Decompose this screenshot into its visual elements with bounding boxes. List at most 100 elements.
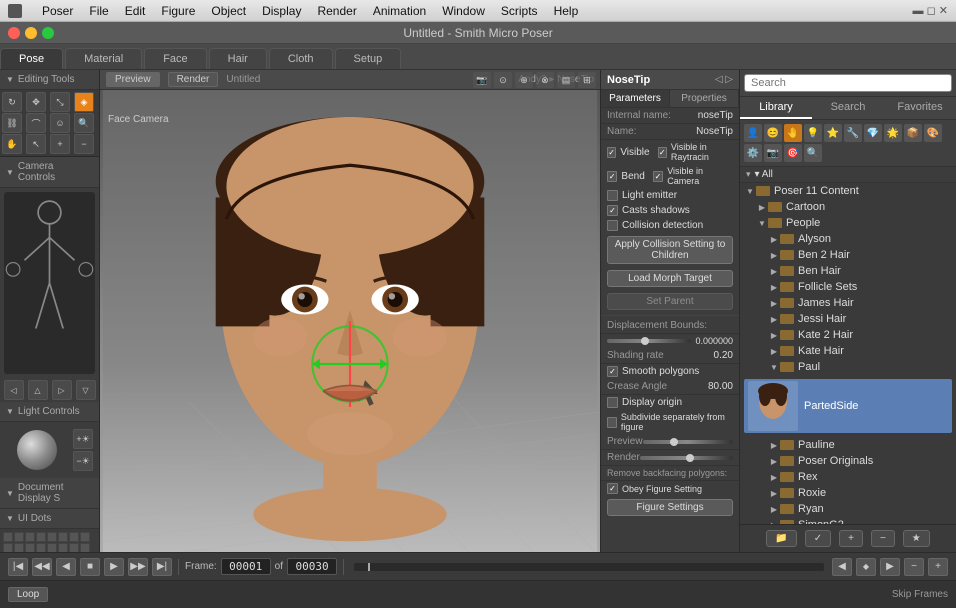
lib-icon-hand[interactable]: 🤚 [784,124,802,142]
vp-icon-4[interactable]: ⊗ [536,72,554,88]
vp-icon-3[interactable]: ⊕ [515,72,533,88]
menu-display[interactable]: Display [262,4,301,18]
dot-4[interactable] [36,532,46,542]
timeline-minus-btn[interactable]: − [904,558,924,576]
library-tab-library[interactable]: Library [740,97,812,119]
dot-9[interactable] [3,543,13,552]
maximize-button[interactable] [42,27,54,39]
tab-hair[interactable]: Hair [209,48,267,69]
tool-pan[interactable]: ✋ [2,134,22,154]
lib-icon-extra3[interactable]: 🎯 [784,144,802,162]
visible-camera-checkbox[interactable] [653,171,663,182]
current-frame-display[interactable]: 00001 [221,558,271,575]
smooth-checkbox[interactable] [607,366,618,377]
menu-edit[interactable]: Edit [125,4,146,18]
loop-button[interactable]: Loop [8,587,48,602]
tool-add[interactable]: + [50,134,70,154]
timeline-scrubber[interactable] [354,563,824,571]
light-remove[interactable]: −☀ [73,451,93,471]
library-search-input[interactable] [744,74,952,92]
prop-tab-properties[interactable]: Properties [670,90,739,107]
editing-tools-title[interactable]: ▼ Editing Tools [0,70,99,90]
library-tree[interactable]: ▼ Poser 11 Content ▶ Cartoon ▼ People [740,183,956,524]
menu-scripts[interactable]: Scripts [501,4,538,18]
dot-1[interactable] [3,532,13,542]
tool-translate[interactable]: ✥ [26,92,46,112]
set-parent-btn[interactable]: Set Parent [607,293,733,310]
tree-item-cartoon[interactable]: ▶ Cartoon [740,199,956,215]
library-tab-search[interactable]: Search [812,97,884,119]
tree-item-poser11[interactable]: ▼ Poser 11 Content [740,183,956,199]
tool-remove[interactable]: − [74,134,94,154]
vp-icon-5[interactable]: ▤ [557,72,575,88]
render-slider[interactable] [640,456,733,460]
camera-ctrl-2[interactable]: △ [28,380,48,400]
play-fwd-one-btn[interactable]: ▶ [104,558,124,576]
menu-figure[interactable]: Figure [161,4,195,18]
dot-10[interactable] [14,543,24,552]
play-back-btn[interactable]: ◀◀ [32,558,52,576]
bend-checkbox[interactable] [607,171,617,182]
visible-raytrace-checkbox[interactable] [658,147,667,158]
tree-item-katehair[interactable]: ▶ Kate Hair [740,343,956,359]
timeline-back-btn[interactable]: ◀ [832,558,852,576]
tree-item-follicle[interactable]: ▶ Follicle Sets [740,279,956,295]
lib-icon-scene[interactable]: 🎨 [924,124,942,142]
play-end-btn[interactable]: ▶| [152,558,172,576]
lib-icon-extra4[interactable]: 🔍 [804,144,822,162]
tool-chain[interactable]: ⛓ [2,113,22,133]
lib-icon-hair[interactable]: 💡 [804,124,822,142]
tab-pose[interactable]: Pose [0,48,63,69]
dot-12[interactable] [36,543,46,552]
tool-rotate[interactable]: ↻ [2,92,22,112]
tab-material[interactable]: Material [65,48,142,69]
lib-folder-btn[interactable]: 📁 [766,530,796,547]
lib-icon-figure[interactable]: 👤 [744,124,762,142]
tree-item-paul[interactable]: ▼ Paul [740,359,956,375]
total-frames-display[interactable]: 00030 [287,558,337,575]
library-filter[interactable]: ▾ ▾ All [740,167,956,183]
menu-window[interactable]: Window [442,4,485,18]
tool-morph[interactable]: ◈ [74,92,94,112]
displacement-slider[interactable] [607,339,691,343]
viewport-tab-preview[interactable]: Preview [106,72,160,87]
lib-icon-extra1[interactable]: ⚙️ [744,144,762,162]
dot-15[interactable] [69,543,79,552]
camera-ctrl-3[interactable]: ▷ [52,380,72,400]
timeline-key-btn[interactable]: ◆ [856,558,876,576]
tree-item-pauline[interactable]: ▶ Pauline [740,437,956,453]
light-emitter-checkbox[interactable] [607,190,618,201]
vp-icon-6[interactable]: ⊞ [578,72,596,88]
play-back-one-btn[interactable]: ◀ [56,558,76,576]
tool-scale[interactable]: ⤡ [50,92,70,112]
lib-minus-btn[interactable]: − [871,530,895,547]
lib-icon-material[interactable]: 💎 [864,124,882,142]
dot-11[interactable] [25,543,35,552]
collision-checkbox[interactable] [607,220,618,231]
viewport-tab-render[interactable]: Render [168,72,219,87]
camera-controls-title[interactable]: ▼ Camera Controls [0,157,99,188]
tree-item-roxie[interactable]: ▶ Roxie [740,485,956,501]
document-display-title[interactable]: ▼ Document Display S [0,478,99,509]
tab-setup[interactable]: Setup [335,48,402,69]
lib-star-btn[interactable]: ★ [903,530,930,547]
lib-plus-btn[interactable]: + [839,530,863,547]
lib-icon-anim[interactable]: 🔧 [844,124,862,142]
tab-cloth[interactable]: Cloth [269,48,333,69]
obey-setting-checkbox[interactable] [607,483,618,494]
subdivide-checkbox[interactable] [607,417,617,428]
display-origin-checkbox[interactable] [607,397,618,408]
tool-zoom[interactable]: 🔍 [74,113,94,133]
timeline-plus-btn[interactable]: + [928,558,948,576]
tree-item-benhair[interactable]: ▶ Ben Hair [740,263,956,279]
ui-dots-title[interactable]: ▼ UI Dots [0,509,99,529]
load-morph-btn[interactable]: Load Morph Target [607,270,733,287]
camera-ctrl-1[interactable]: ◁ [4,380,24,400]
camera-snap-icon[interactable]: 📷 [473,72,491,88]
visible-checkbox[interactable] [607,147,616,158]
light-controls-title[interactable]: ▼ Light Controls [0,402,99,422]
lib-icon-camera[interactable]: 📦 [904,124,922,142]
menu-help[interactable]: Help [554,4,579,18]
tree-item-people[interactable]: ▼ People [740,215,956,231]
tree-item-kate2hair[interactable]: ▶ Kate 2 Hair [740,327,956,343]
